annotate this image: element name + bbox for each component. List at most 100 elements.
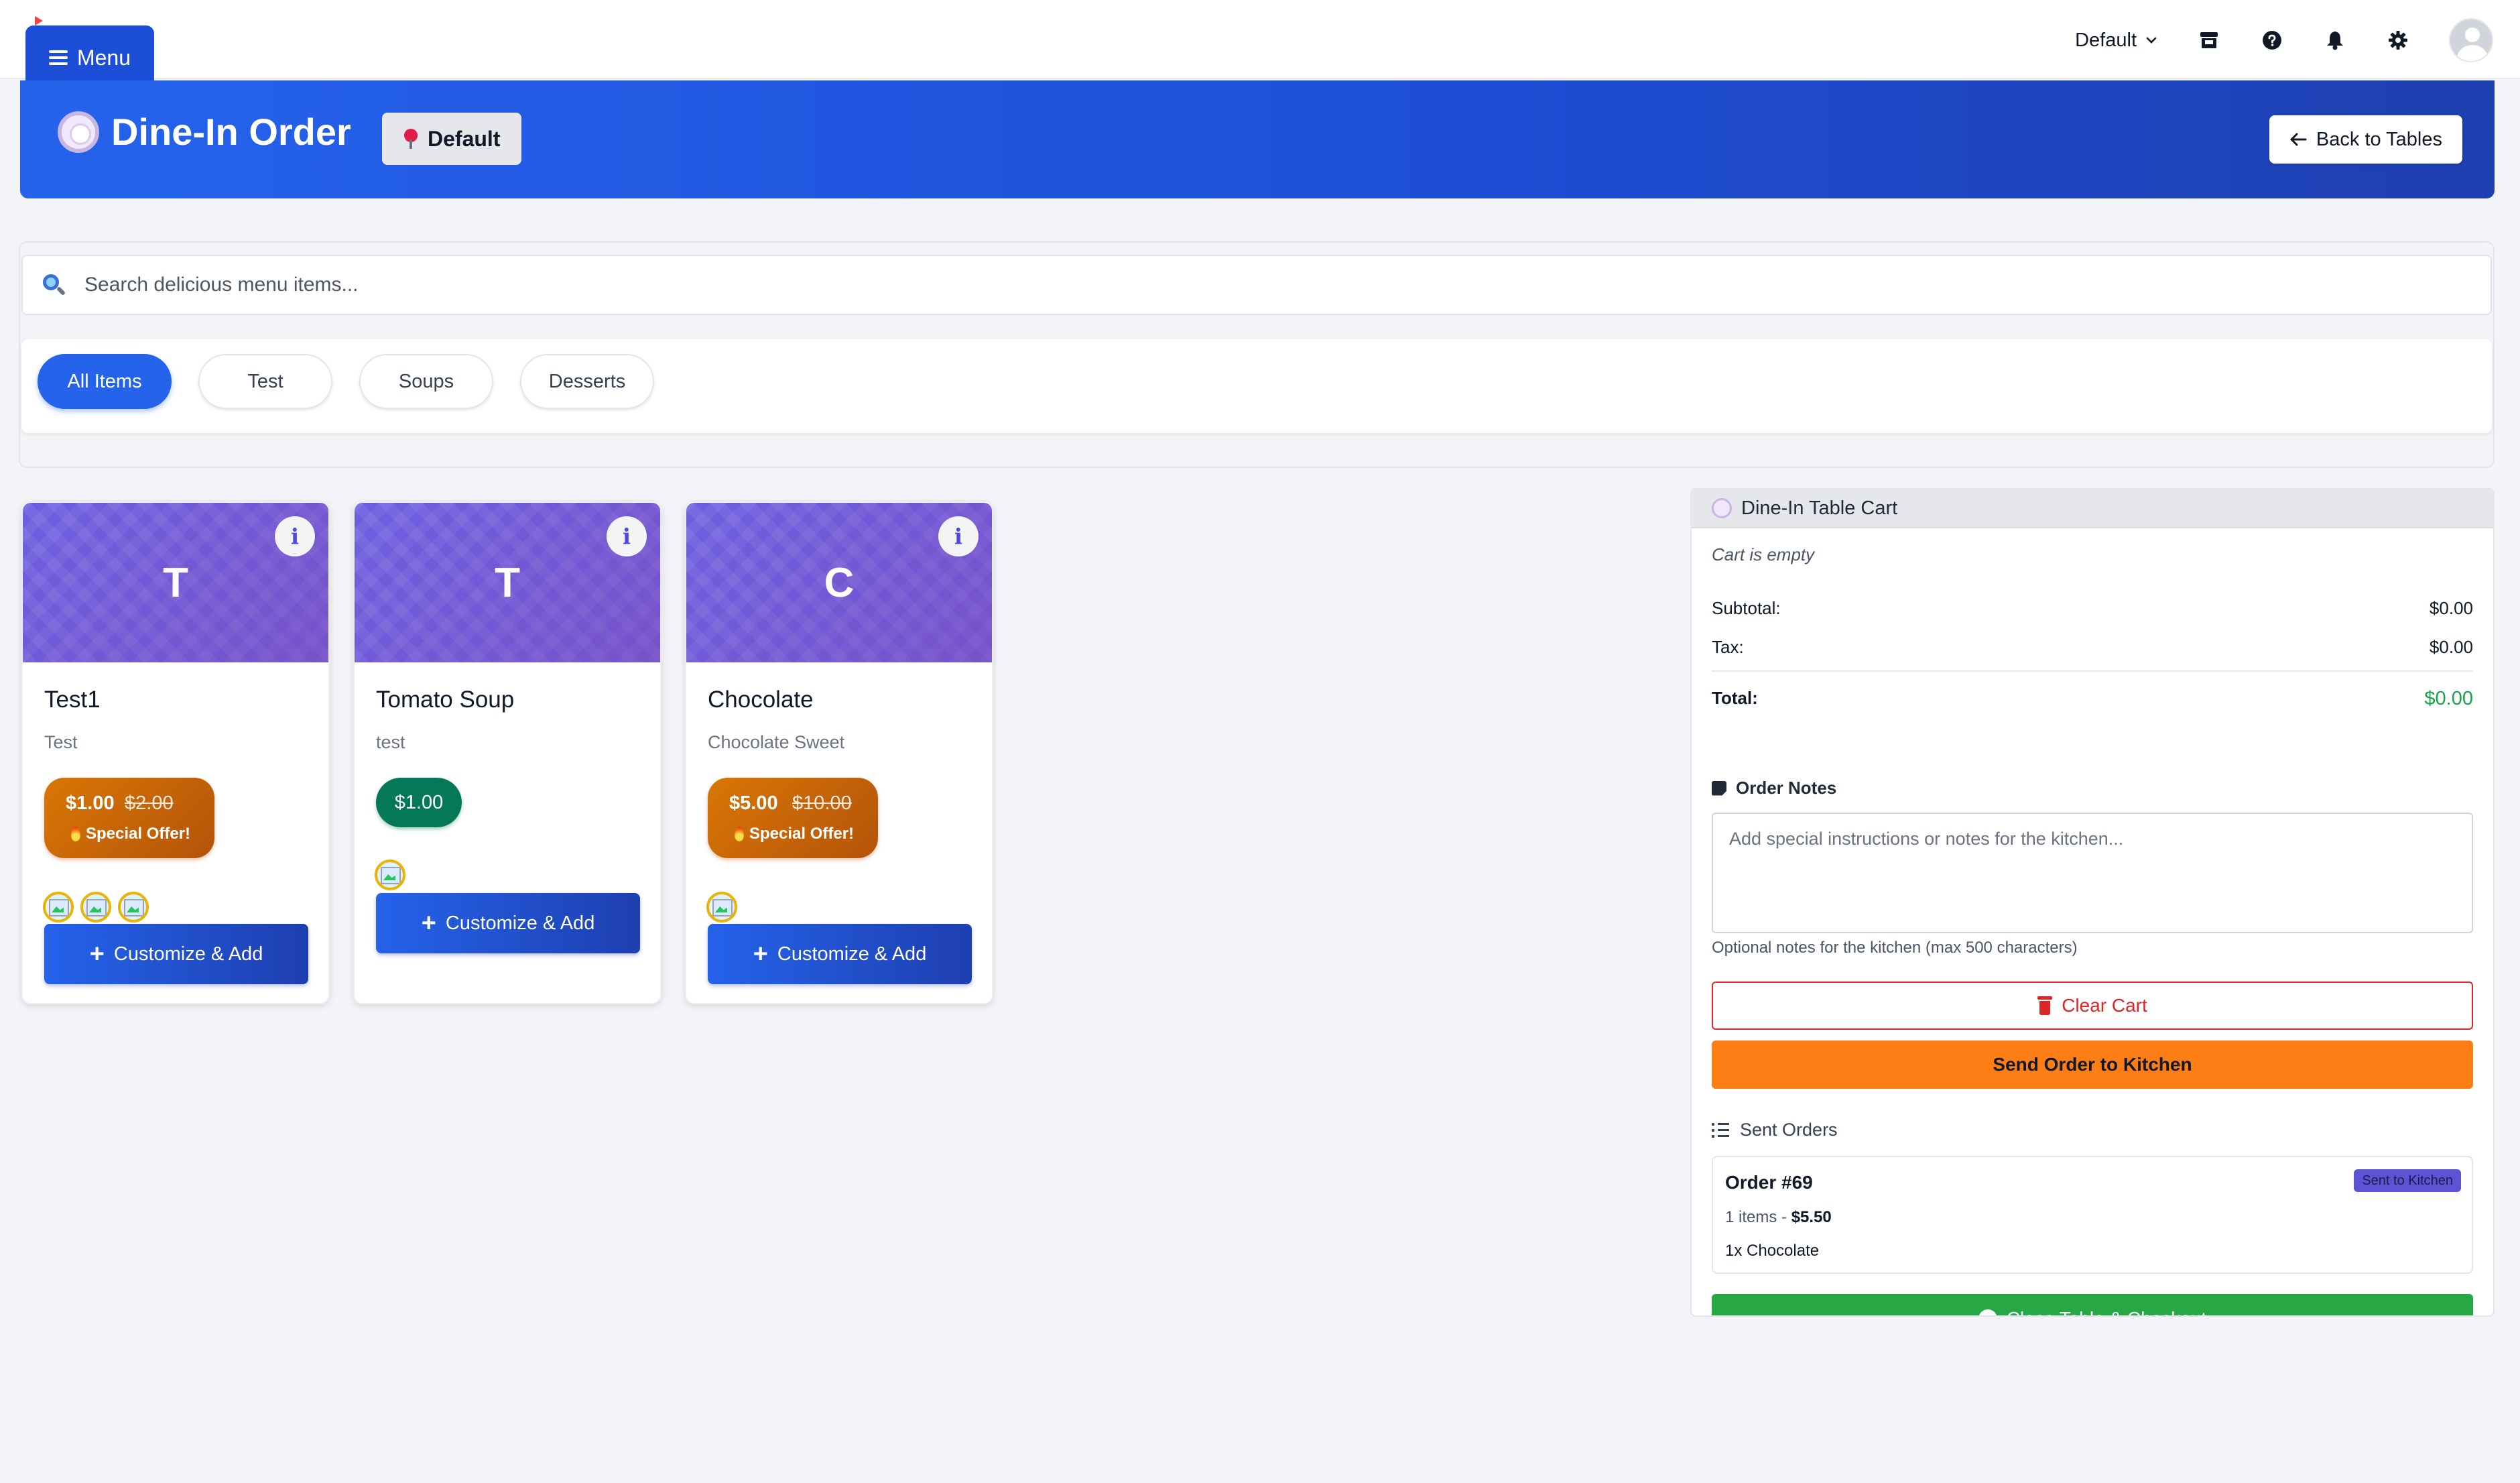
info-icon[interactable]: i xyxy=(607,516,647,556)
menu-button-label: Menu xyxy=(76,45,131,70)
item-name: Tomato Soup xyxy=(376,687,515,713)
item-thumbnails xyxy=(706,892,737,923)
plate-icon xyxy=(1712,498,1732,518)
subtotal-value: $0.00 xyxy=(2429,598,2473,618)
item-description: Test xyxy=(44,732,78,752)
image-icon[interactable] xyxy=(706,892,737,923)
page-header: Dine-In Order Default Back to Tables xyxy=(20,80,2495,198)
item-thumbnails xyxy=(375,859,405,890)
item-description: Chocolate Sweet xyxy=(708,732,845,752)
category-soups[interactable]: Soups xyxy=(359,354,493,409)
page-title-text: Dine-In Order xyxy=(111,111,351,153)
item-original-price: $10.00 xyxy=(792,792,852,814)
item-name: Test1 xyxy=(44,687,101,713)
image-icon[interactable] xyxy=(80,892,111,923)
customize-add-button[interactable]: + Customize & Add xyxy=(708,924,972,984)
customize-add-label: Customize & Add xyxy=(777,943,927,965)
checkout-label: Close Table & Checkout xyxy=(2007,1308,2206,1315)
item-name: Chocolate xyxy=(708,687,814,713)
chevron-down-icon xyxy=(2146,37,2157,44)
plus-icon: + xyxy=(753,940,768,968)
tax-label: Tax: xyxy=(1712,637,1744,657)
send-to-kitchen-button[interactable]: Send Order to Kitchen xyxy=(1712,1041,2473,1089)
cart-header: Dine-In Table Cart xyxy=(1692,489,2493,528)
order-notes-help: Optional notes for the kitchen (max 500 … xyxy=(1712,939,2078,957)
image-icon[interactable] xyxy=(375,859,405,890)
item-price: $5.00 xyxy=(729,792,778,814)
info-icon[interactable]: i xyxy=(275,516,315,556)
check-circle-icon xyxy=(1978,1309,1997,1315)
item-initial: T xyxy=(163,559,188,606)
category-desserts[interactable]: Desserts xyxy=(520,354,654,409)
back-to-tables-button[interactable]: Back to Tables xyxy=(2269,115,2462,164)
image-icon[interactable] xyxy=(118,892,149,923)
list-icon xyxy=(1712,1123,1729,1138)
avatar[interactable] xyxy=(2449,18,2493,62)
customize-add-button[interactable]: + Customize & Add xyxy=(376,893,640,953)
tax-row: Tax: $0.00 xyxy=(1712,637,2473,658)
total-value: $0.00 xyxy=(2424,688,2473,709)
location-badge-label: Default xyxy=(428,126,501,151)
special-price-badge: $1.00 $2.00 Special Offer! xyxy=(44,778,214,858)
close-table-checkout-button[interactable]: Close Table & Checkout xyxy=(1712,1294,2473,1315)
item-initial: T xyxy=(495,559,520,606)
cart-title: Dine-In Table Cart xyxy=(1741,497,1898,519)
clear-cart-button[interactable]: Clear Cart xyxy=(1712,982,2473,1030)
item-price: $1.00 xyxy=(66,792,115,814)
sent-order-card[interactable]: Order #69 Sent to Kitchen 1 items - $5.5… xyxy=(1712,1156,2473,1274)
order-notes-label-text: Order Notes xyxy=(1736,778,1837,798)
order-summary: 1 items - $5.50 xyxy=(1725,1208,1832,1227)
search-icon xyxy=(39,272,66,298)
hamburger-icon xyxy=(48,47,68,68)
store-select-value: Default xyxy=(2075,29,2137,51)
notification-marker xyxy=(35,16,43,25)
category-all-items[interactable]: All Items xyxy=(38,354,172,409)
special-offer-text: Special Offer! xyxy=(86,825,191,843)
cart-empty-text: Cart is empty xyxy=(1712,544,1815,565)
trash-icon xyxy=(2037,996,2053,1015)
store-select[interactable]: Default xyxy=(2075,29,2158,52)
special-offer-text: Special Offer! xyxy=(749,825,855,843)
gear-icon[interactable] xyxy=(2386,28,2410,52)
customize-add-button[interactable]: + Customize & Add xyxy=(44,924,308,984)
plus-icon: + xyxy=(89,940,105,968)
sticky-note-icon xyxy=(1712,780,1726,796)
total-row: Total: $0.00 xyxy=(1712,688,2473,710)
customize-add-label: Customize & Add xyxy=(445,912,595,934)
top-navbar: Menu Default xyxy=(0,0,2520,90)
store-icon[interactable] xyxy=(2197,28,2221,52)
category-filter-bar: All Items Test Soups Desserts xyxy=(21,339,2492,433)
help-icon[interactable] xyxy=(2260,28,2284,52)
category-test[interactable]: Test xyxy=(198,354,332,409)
info-icon[interactable]: i xyxy=(938,516,979,556)
location-badge: Default xyxy=(382,113,522,165)
menu-item-card: T i Test1 Test $1.00 $2.00 Special Offer… xyxy=(21,501,330,1004)
special-offer-label: Special Offer! xyxy=(71,825,190,843)
order-notes-textarea[interactable] xyxy=(1712,813,2473,933)
total-label: Total: xyxy=(1712,688,1758,708)
fire-icon xyxy=(735,827,744,841)
menu-item-card: C i Chocolate Chocolate Sweet $5.00 $10.… xyxy=(685,501,993,1004)
image-icon[interactable] xyxy=(43,892,74,923)
order-notes-label: Order Notes xyxy=(1712,778,1836,798)
customize-add-label: Customize & Add xyxy=(113,943,263,965)
search-input[interactable] xyxy=(84,274,2491,296)
search-box xyxy=(21,255,2492,315)
order-item-count: 1 items - xyxy=(1725,1208,1791,1226)
item-thumbnails xyxy=(43,892,149,923)
subtotal-row: Subtotal: $0.00 xyxy=(1712,598,2473,619)
bell-icon[interactable] xyxy=(2323,28,2347,52)
order-line-item: 1x Chocolate xyxy=(1725,1242,1820,1260)
status-badge: Sent to Kitchen xyxy=(2354,1169,2461,1192)
special-offer-label: Special Offer! xyxy=(735,825,854,843)
tax-value: $0.00 xyxy=(2429,637,2473,657)
topbar-actions: Default xyxy=(2075,15,2493,66)
clear-cart-label: Clear Cart xyxy=(2062,995,2147,1016)
sent-orders-heading: Sent Orders xyxy=(1712,1120,1838,1140)
item-initial: C xyxy=(824,559,855,606)
special-price-badge: $5.00 $10.00 Special Offer! xyxy=(708,778,878,858)
order-number: Order #69 xyxy=(1725,1172,1813,1193)
arrow-left-icon xyxy=(2290,133,2307,146)
item-original-price: $2.00 xyxy=(125,792,174,814)
item-price: $1.00 xyxy=(376,778,462,827)
